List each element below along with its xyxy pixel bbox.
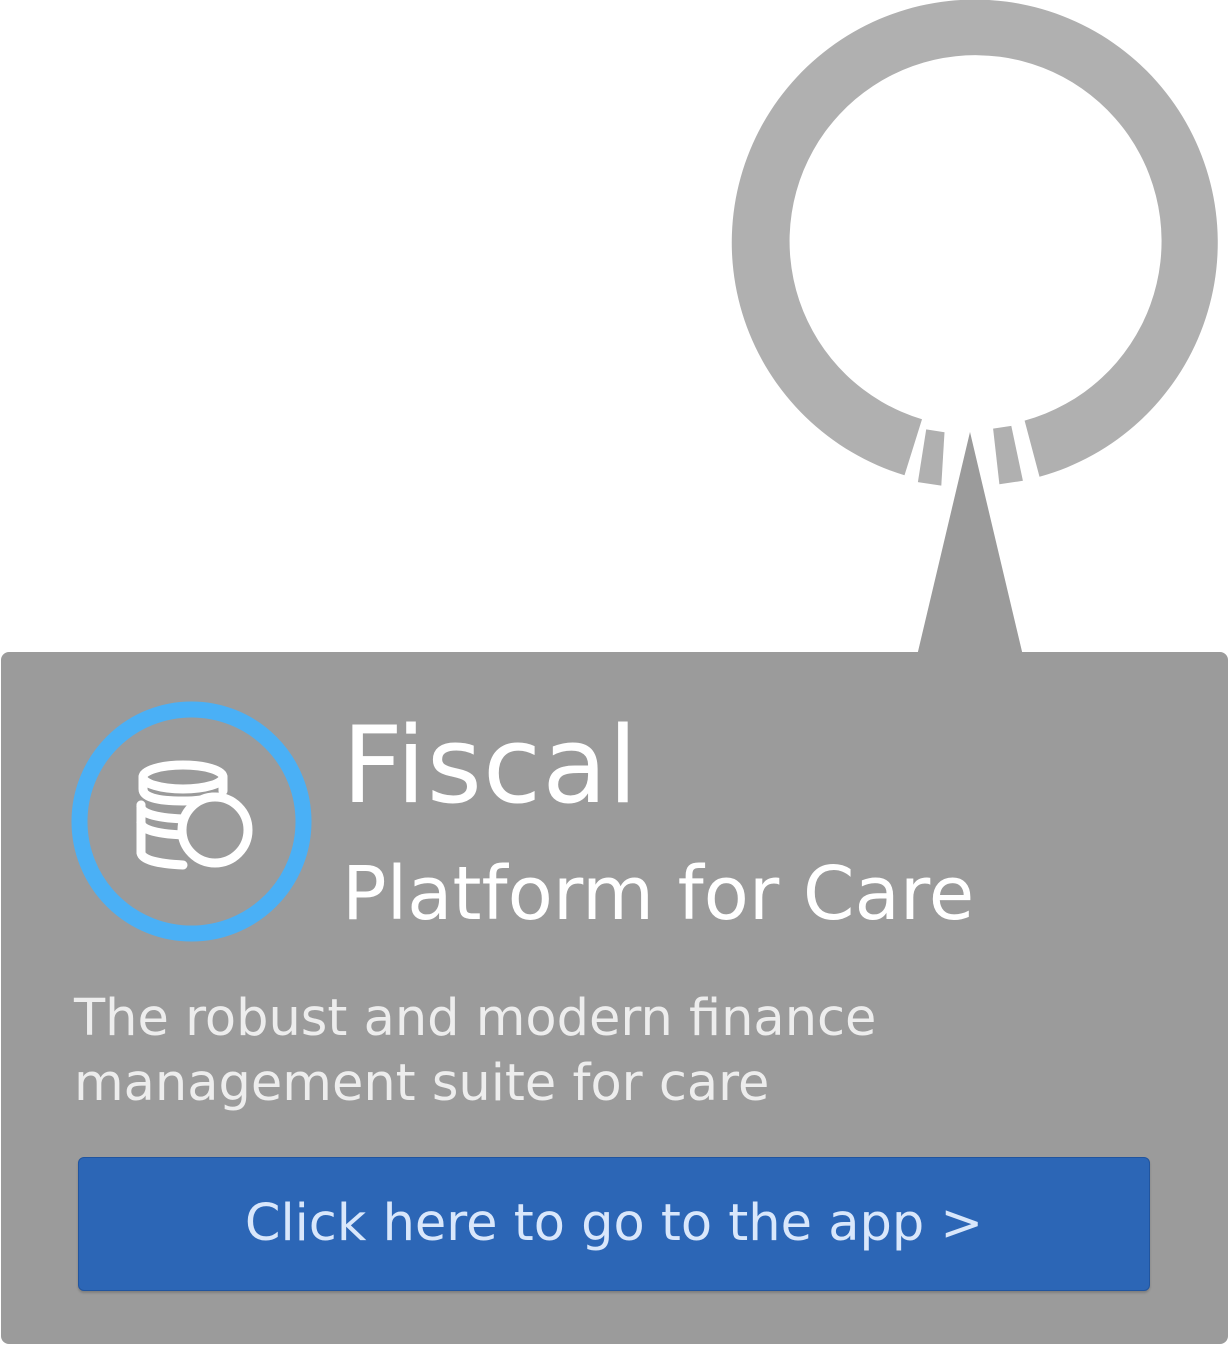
app-description: The robust and modern finance management… <box>74 989 877 1113</box>
app-title: Fiscal <box>342 704 639 827</box>
ring-arc <box>731 0 1218 477</box>
ring-segment-left <box>917 429 945 486</box>
app-subtitle: Platform for Care <box>342 851 975 937</box>
go-to-app-button[interactable]: Click here to go to the app > <box>78 1157 1150 1291</box>
coins-icon <box>71 701 312 942</box>
ring-pin-icon <box>731 0 1218 660</box>
ring-segment-right <box>993 425 1023 485</box>
